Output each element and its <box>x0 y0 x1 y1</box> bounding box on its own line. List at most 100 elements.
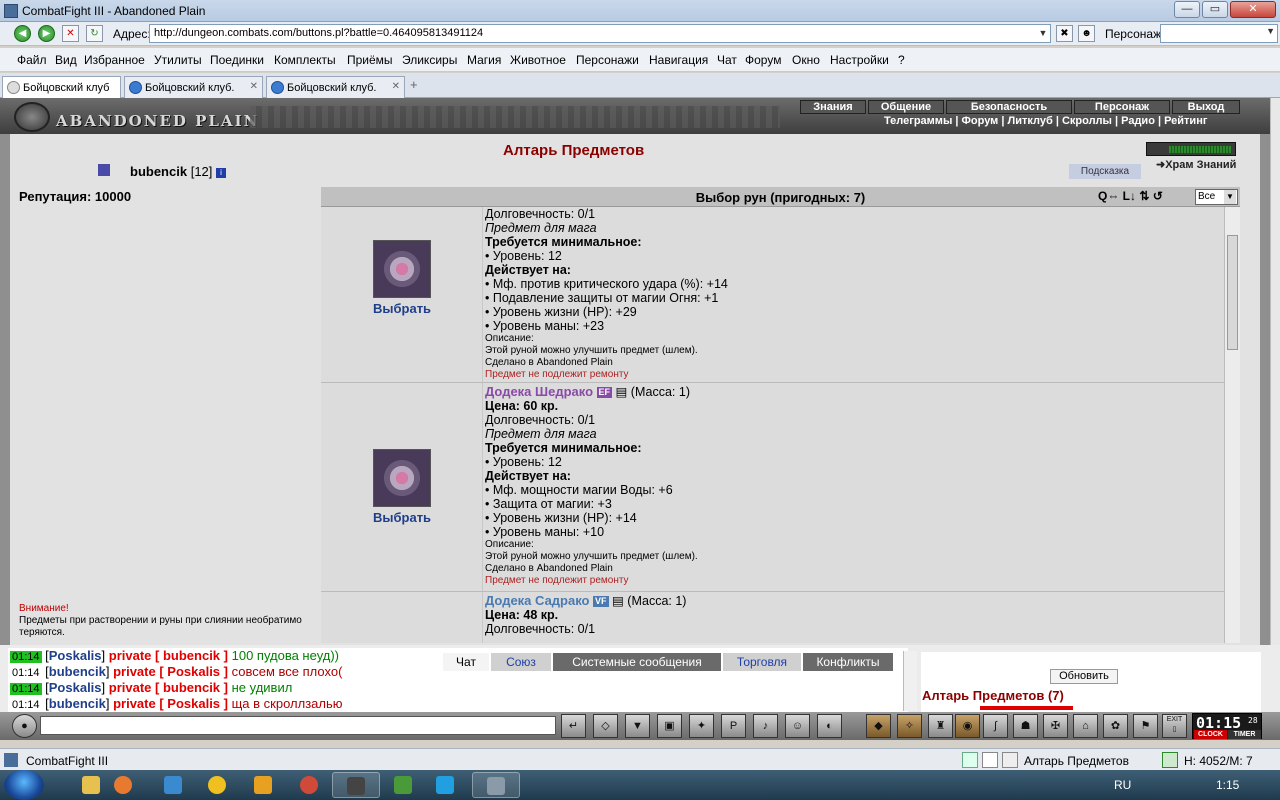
back-icon[interactable]: ◀ <box>14 25 31 42</box>
timer-label[interactable]: TIMER <box>1228 730 1261 739</box>
smile-head-icon[interactable]: ● <box>12 714 37 738</box>
menu-item-13[interactable]: Форум <box>745 53 781 67</box>
address-input[interactable]: http://dungeon.combats.com/buttons.pl?ba… <box>149 24 1051 43</box>
chat-sender[interactable]: Poskalis <box>49 648 102 663</box>
stop-icon[interactable]: ✕ <box>62 25 79 42</box>
nav-character[interactable]: Персонаж <box>1074 100 1170 114</box>
globe-icon[interactable] <box>962 752 978 768</box>
taskbar-app5[interactable] <box>472 772 520 798</box>
menu-item-11[interactable]: Навигация <box>649 53 708 67</box>
chat-scrollbar[interactable] <box>903 651 917 711</box>
sort-tools[interactable]: Q⇔ L↓ ⇅ ↺ <box>1098 189 1163 203</box>
taskbar-skype[interactable] <box>422 772 470 798</box>
menu-item-1[interactable]: Вид <box>55 53 77 67</box>
menu-item-4[interactable]: Поединки <box>210 53 264 67</box>
nav-security[interactable]: Безопасность <box>946 100 1072 114</box>
select-rune-button[interactable]: Выбрать <box>373 301 431 316</box>
exit-button[interactable]: EXIT ▯ <box>1162 714 1187 738</box>
bag-icon[interactable]: ◆ <box>866 714 891 738</box>
taskbar-chrome[interactable] <box>286 772 334 798</box>
rune-list-scrollbar[interactable] <box>1224 207 1240 643</box>
taskbar-player[interactable] <box>240 772 288 798</box>
refresh-icon[interactable]: ↻ <box>86 25 103 42</box>
clear-icon[interactable]: ✖ <box>1056 25 1073 42</box>
chat-recipient[interactable]: Poskalis <box>167 696 220 711</box>
scroll-thumb[interactable] <box>1227 235 1238 350</box>
tab-3[interactable]: Бойцовский клуб. ✕ <box>266 76 405 98</box>
chat-sender[interactable]: bubencik <box>49 696 106 711</box>
rune-name[interactable]: Додека Шедрако <box>485 384 593 399</box>
taskbar-app1[interactable] <box>100 772 148 798</box>
rune-name[interactable]: Додека Садрако <box>485 593 590 608</box>
paw-icon[interactable]: ✿ <box>1103 714 1128 738</box>
chat-tab-0[interactable]: Чат <box>443 653 489 671</box>
forward-icon[interactable]: ▶ <box>38 25 55 42</box>
chat-recipient[interactable]: bubencik <box>163 680 220 695</box>
chat-time[interactable]: 01:14 <box>10 651 42 663</box>
new-tab-button[interactable]: + <box>410 77 418 92</box>
start-button[interactable] <box>4 770 44 800</box>
select-rune-button[interactable]: Выбрать <box>373 510 431 525</box>
filter-icon[interactable]: ▼ <box>625 714 650 738</box>
chat-recipient[interactable]: Poskalis <box>167 664 220 679</box>
menu-item-16[interactable]: ? <box>898 53 905 67</box>
chat-time[interactable]: 01:14 <box>10 667 42 679</box>
cross-icon[interactable]: ✠ <box>1043 714 1068 738</box>
menu-item-7[interactable]: Эликсиры <box>402 53 457 67</box>
maximize-button[interactable]: ▭ <box>1202 1 1228 18</box>
menu-item-9[interactable]: Животное <box>510 53 566 67</box>
users-icon[interactable]: ☻ <box>1078 25 1095 42</box>
window-icon[interactable] <box>1002 752 1018 768</box>
scroll-icon[interactable]: ∫ <box>983 714 1008 738</box>
document-icon[interactable]: ▤ <box>616 385 628 399</box>
minimize-button[interactable]: — <box>1174 1 1200 18</box>
house-icon[interactable]: ⌂ <box>1073 714 1098 738</box>
page-scrollbar[interactable] <box>1270 98 1280 645</box>
taskbar-combatfight[interactable] <box>332 772 380 798</box>
person-select[interactable]: ▼ <box>1160 24 1278 43</box>
refresh-button[interactable]: Обновить <box>1050 669 1118 684</box>
tab-1[interactable]: Бойцовский клуб <box>2 76 121 98</box>
clock-label[interactable]: CLOCK <box>1194 730 1227 739</box>
private-label[interactable]: private <box>109 648 152 663</box>
nav-exit[interactable]: Выход <box>1172 100 1240 114</box>
private-label[interactable]: private <box>113 696 156 711</box>
page-icon[interactable] <box>982 752 998 768</box>
potion-icon[interactable]: ♜ <box>928 714 953 738</box>
address-dropdown-icon[interactable]: ▼ <box>1036 25 1050 42</box>
chat-tab-3[interactable]: Торговля <box>723 653 801 671</box>
private-label[interactable]: private <box>113 664 156 679</box>
menu-item-15[interactable]: Настройки <box>830 53 889 67</box>
taskbar-app2[interactable] <box>150 772 198 798</box>
language-indicator[interactable]: RU <box>1114 778 1131 792</box>
sub-nav[interactable]: Телеграммы | Форум | Литклуб | Скроллы |… <box>884 115 1207 127</box>
temple-link[interactable]: ➜Храм Знаний <box>1156 158 1236 171</box>
nav-communication[interactable]: Общение <box>868 100 944 114</box>
music-icon[interactable]: ♪ <box>753 714 778 738</box>
refresh-icon[interactable] <box>1162 752 1178 768</box>
chat-tab-4[interactable]: Конфликты <box>803 653 893 671</box>
rune-filter-select[interactable]: Все ▼ <box>1195 189 1238 205</box>
chat-sender[interactable]: bubencik <box>49 664 106 679</box>
menu-item-12[interactable]: Чат <box>717 53 737 67</box>
menu-item-6[interactable]: Приёмы <box>347 53 393 67</box>
private-label[interactable]: private <box>109 680 152 695</box>
treasure-icon[interactable]: ◉ <box>955 714 980 738</box>
nav-knowledge[interactable]: Знания <box>800 100 866 114</box>
info-icon[interactable]: i <box>216 167 227 178</box>
chat-time[interactable]: 01:14 <box>10 683 42 695</box>
tab-2[interactable]: Бойцовский клуб. ✕ <box>124 76 263 98</box>
menu-item-3[interactable]: Утилиты <box>154 53 202 67</box>
menu-item-2[interactable]: Избранное <box>84 53 145 67</box>
system-clock[interactable]: 1:15 <box>1216 778 1239 792</box>
chat-tab-1[interactable]: Союз <box>491 653 551 671</box>
eraser-icon[interactable]: ◇ <box>593 714 618 738</box>
menu-item-0[interactable]: Файл <box>17 53 47 67</box>
send-icon[interactable]: ↵ <box>561 714 586 738</box>
chat-recipient[interactable]: bubencik <box>163 648 220 663</box>
close-tab-icon[interactable]: ✕ <box>392 81 400 92</box>
menu-item-8[interactable]: Магия <box>467 53 501 67</box>
close-button[interactable]: ✕ <box>1230 1 1276 18</box>
helmet-icon[interactable]: ◐ <box>817 714 842 738</box>
chat-sender[interactable]: Poskalis <box>49 680 102 695</box>
